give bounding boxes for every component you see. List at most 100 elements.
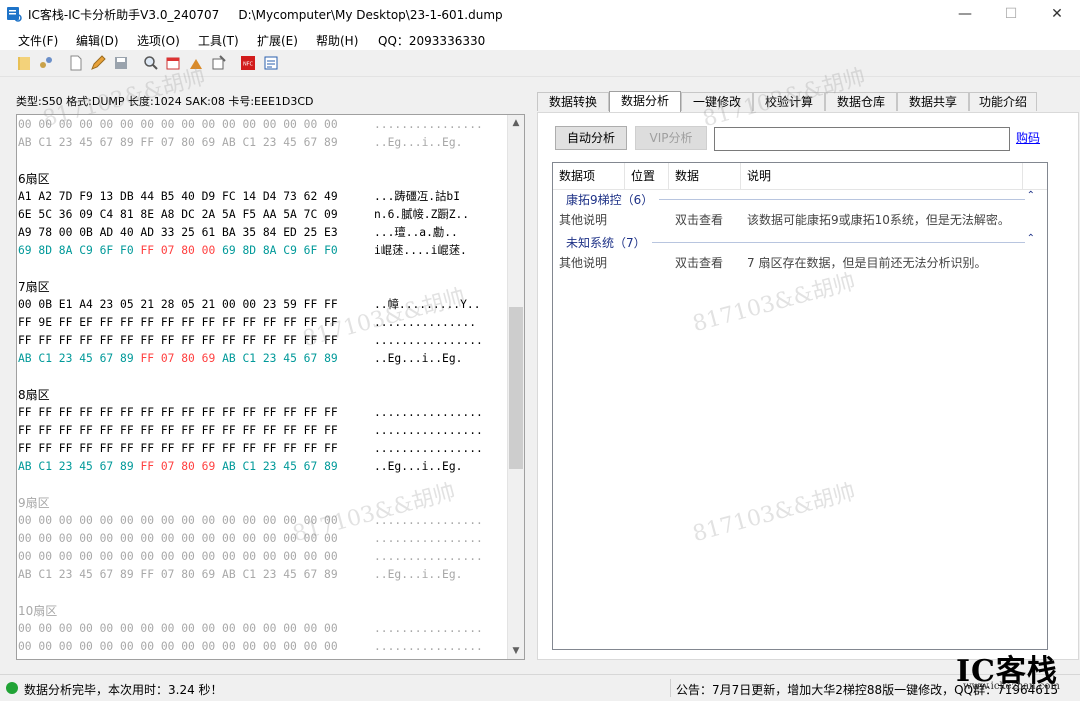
buy-code-link[interactable]: 购码: [1016, 129, 1040, 146]
auto-analysis-button[interactable]: 自动分析: [555, 126, 627, 150]
menu-bar: 文件(F) 编辑(D) 选项(O) 工具(T) 扩展(E) 帮助(H) QQ：2…: [0, 28, 1080, 50]
ascii-text: ................: [374, 442, 483, 455]
hex-line: 00 00 00 00 00 00 00 00 00 00 00 00 00 0…: [18, 530, 506, 548]
hex-line: FF FF FF FF FF FF FF FF FF FF FF FF FF F…: [18, 404, 506, 422]
ascii-text: ................: [374, 334, 483, 347]
list-header: 数据项 位置 数据 说明: [553, 163, 1047, 190]
hex-line: A1 A2 7D F9 13 DB 44 B5 40 D9 FC 14 D4 7…: [18, 188, 506, 206]
new-file-icon[interactable]: [68, 55, 84, 71]
menu-file[interactable]: 文件(F): [18, 32, 58, 49]
tab-data-share[interactable]: 数据共享: [897, 92, 969, 111]
tools-icon[interactable]: [211, 55, 227, 71]
analysis-results-list[interactable]: 数据项 位置 数据 说明 康拓9梯控（6） ⌃ 其他说明 双击查看 该数据可能康…: [552, 162, 1048, 650]
tab-features[interactable]: 功能介绍: [969, 92, 1037, 111]
chevron-up-icon[interactable]: ⌃: [1027, 233, 1035, 244]
column-data[interactable]: 数据: [669, 163, 741, 189]
code-input[interactable]: [714, 127, 1010, 151]
hex-bytes-part: AB C1 23 45 67 89: [222, 352, 338, 365]
search-icon[interactable]: [143, 55, 159, 71]
ascii-text: ..Eg...i..Eg.: [374, 352, 463, 365]
hex-bytes: AB C1 23 45 67 89 FF 07 80 69 AB C1 23 4…: [18, 136, 338, 149]
menu-tools[interactable]: 工具(T): [198, 32, 239, 49]
document-icon[interactable]: [263, 55, 279, 71]
group-header[interactable]: 未知系统（7） ⌃: [553, 232, 1047, 252]
close-button[interactable]: ✕: [1034, 0, 1080, 28]
hex-bytes: A9 78 00 0B AD 40 AD 33 25 61 BA 35 84 E…: [18, 226, 338, 239]
hex-scrollbar[interactable]: ▲ ▼: [507, 115, 524, 659]
group-header[interactable]: 康拓9梯控（6） ⌃: [553, 189, 1047, 209]
hex-bytes: 00 00 00 00 00 00 00 00 00 00 00 00 00 0…: [18, 640, 338, 653]
hex-bytes: A1 A2 7D F9 13 DB 44 B5 40 D9 FC 14 D4 7…: [18, 190, 338, 203]
hex-line: 00 00 00 00 00 00 00 00 00 00 00 00 00 0…: [18, 512, 506, 530]
scroll-down-icon[interactable]: ▼: [508, 643, 524, 659]
ascii-text: ................: [374, 622, 483, 635]
menu-help[interactable]: 帮助(H): [316, 32, 358, 49]
scroll-thumb[interactable]: [509, 307, 523, 469]
ascii-text: ..Eg...i..Eg.: [374, 136, 463, 149]
hex-bytes: FF FF FF FF FF FF FF FF FF FF FF FF FF F…: [18, 406, 338, 419]
hex-bytes: FF FF FF FF FF FF FF FF FF FF FF FF FF F…: [18, 334, 338, 347]
nfc-icon[interactable]: NFC: [240, 55, 256, 71]
minimize-button[interactable]: —: [942, 0, 988, 28]
folder-open-icon[interactable]: [16, 55, 32, 71]
hex-line: 69 8D 8A C9 6F F0 FF 07 80 00 69 8D 8A C…: [18, 242, 506, 260]
hex-blank-line: [18, 260, 506, 278]
vip-analysis-button[interactable]: VIP分析: [635, 126, 707, 150]
save-icon[interactable]: [113, 55, 129, 71]
hex-bytes-part: FF 07 80 69: [140, 352, 223, 365]
scroll-up-icon[interactable]: ▲: [508, 115, 524, 131]
hex-blank-line: [18, 584, 506, 602]
hex-content[interactable]: 00 00 00 00 00 00 00 00 00 00 00 00 00 0…: [18, 116, 506, 658]
cell-description: 7 扇区存在数据，但是目前还无法分析识别。: [747, 256, 987, 270]
hex-line: AB C1 23 45 67 89 FF 07 80 69 AB C1 23 4…: [18, 134, 506, 152]
brand-url: www.ickezhan.com: [963, 681, 1060, 692]
hex-bytes: 00 00 00 00 00 00 00 00 00 00 00 00 00 0…: [18, 550, 338, 563]
hex-bytes: 69 8D 8A C9 6F F0 FF 07 80 00 69 8D 8A C…: [18, 242, 338, 260]
hex-line: FF FF FF FF FF FF FF FF FF FF FF FF FF F…: [18, 422, 506, 440]
ascii-text: ................: [374, 118, 483, 131]
hex-bytes: FF FF FF FF FF FF FF FF FF FF FF FF FF F…: [18, 442, 338, 455]
menu-options[interactable]: 选项(O): [137, 32, 180, 49]
chevron-up-icon[interactable]: ⌃: [1027, 190, 1035, 201]
tab-data-analysis[interactable]: 数据分析: [609, 91, 681, 113]
menu-extend[interactable]: 扩展(E): [257, 32, 298, 49]
people-icon[interactable]: [38, 55, 54, 71]
column-item[interactable]: 数据项: [553, 163, 625, 189]
hex-line: 6E 5C 36 09 C4 81 8E A8 DC 2A 5A F5 AA 5…: [18, 206, 506, 224]
group-label: 康拓9梯控（6）: [566, 191, 660, 208]
hex-bytes-part: AB C1 23 45 67 89: [222, 460, 338, 473]
ascii-text: ...踌礓冱.詁bI: [374, 190, 460, 203]
tab-data-convert[interactable]: 数据转换: [537, 92, 609, 111]
column-position[interactable]: 位置: [625, 163, 669, 189]
hex-blank-line: [18, 368, 506, 386]
ascii-text: ................: [374, 532, 483, 545]
status-ok-icon: [6, 682, 18, 694]
status-message: 数据分析完毕，本次用时：3.24 秒！: [24, 683, 223, 697]
menu-edit[interactable]: 编辑(D): [76, 32, 119, 49]
app-icon: [7, 7, 22, 22]
hex-line: AB C1 23 45 67 89 FF 07 80 69 AB C1 23 4…: [18, 458, 506, 476]
hex-bytes-part: AB C1 23 45 67 89: [18, 460, 141, 473]
svg-text:NFC: NFC: [243, 62, 254, 68]
hex-line: AB C1 23 45 67 89 FF 07 80 69 AB C1 23 4…: [18, 350, 506, 368]
sector-title: 6扇区: [18, 172, 50, 186]
column-description[interactable]: 说明: [741, 163, 1023, 189]
group-label: 未知系统（7）: [566, 234, 652, 251]
cell-item: 其他说明: [559, 256, 608, 270]
maximize-button[interactable]: ☐: [988, 0, 1034, 28]
hex-blank-line: [18, 152, 506, 170]
list-item[interactable]: 其他说明 双击查看 该数据可能康拓9或康拓10系统，但是无法解密。: [553, 209, 1047, 229]
hex-dump-panel[interactable]: 00 00 00 00 00 00 00 00 00 00 00 00 00 0…: [16, 114, 525, 660]
title-bar: IC客栈-IC卡分析助手V3.0_240707 D:\Mycomputer\My…: [0, 0, 1080, 28]
ascii-text: ................: [374, 406, 483, 419]
sector-title: 10扇区: [18, 604, 58, 618]
pencil-icon[interactable]: [90, 55, 106, 71]
ascii-text: ................: [374, 424, 483, 437]
cell-description: 该数据可能康拓9或康拓10系统，但是无法解密。: [747, 213, 1010, 227]
hex-bytes: AB C1 23 45 67 89 FF 07 80 69 AB C1 23 4…: [18, 568, 338, 581]
ascii-text: ...璮..a.勴..: [374, 226, 458, 239]
list-item[interactable]: 其他说明 双击查看 7 扇区存在数据，但是目前还无法分析识别。: [553, 252, 1047, 272]
hex-bytes: 00 00 00 00 00 00 00 00 00 00 00 00 00 0…: [18, 532, 338, 545]
status-divider: [670, 679, 671, 697]
hex-bytes-part: 69 8D 8A C9 6F F0: [222, 244, 338, 257]
